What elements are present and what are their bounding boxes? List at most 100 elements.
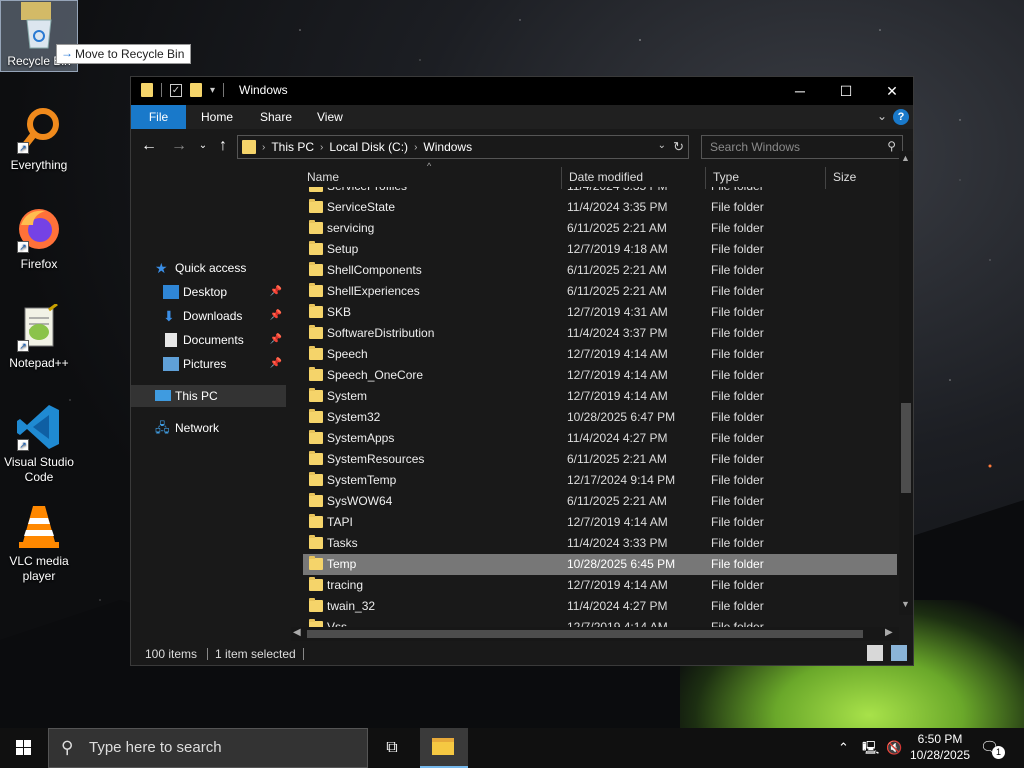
recent-locations-icon[interactable]: ⌄ (193, 137, 213, 155)
pin-icon[interactable]: 📌 (270, 281, 282, 303)
new-folder-icon[interactable] (190, 83, 202, 97)
help-button[interactable]: ? (893, 109, 909, 125)
horizontal-scrollbar[interactable]: ◀ ▶ (291, 627, 899, 641)
column-divider[interactable] (705, 167, 706, 189)
table-row[interactable]: SKB 12/7/2019 4:31 AM File folder (303, 302, 897, 323)
table-row[interactable]: SystemResources 6/11/2025 2:21 AM File fol… (303, 449, 897, 470)
folder-icon (309, 493, 323, 507)
folder-icon (309, 556, 323, 570)
task-view-button[interactable]: ⧉ (372, 728, 412, 768)
everything-icon: ↗ (15, 106, 63, 154)
maximize-button[interactable]: ☐ (823, 77, 869, 105)
nav-desktop[interactable]: Desktop 📌 (131, 281, 286, 303)
up-arrow-icon[interactable]: ↑ (213, 137, 233, 155)
breadcrumb-this-pc[interactable]: This PC (271, 140, 314, 154)
breadcrumb-windows[interactable]: Windows (423, 140, 472, 154)
show-hidden-icons-icon[interactable]: ⌃ (838, 728, 849, 768)
nav-pictures[interactable]: Pictures 📌 (131, 353, 286, 375)
scroll-down-icon[interactable]: ▼ (901, 599, 910, 609)
desktop-icon-everything[interactable]: ↗ Everything (0, 106, 78, 173)
pin-icon[interactable]: 📌 (270, 329, 282, 351)
expand-ribbon-icon[interactable]: ⌄ (877, 109, 887, 123)
address-bar[interactable]: › This PC › Local Disk (C:) › Windows ⌄ … (237, 135, 689, 159)
start-button[interactable] (0, 728, 48, 768)
shortcut-arrow-icon: ↗ (17, 241, 29, 253)
vertical-scrollbar[interactable]: ▲ ▼ (899, 151, 913, 615)
large-icons-view-button[interactable] (891, 645, 907, 661)
table-row[interactable]: Speech_OneCore 12/7/2019 4:14 AM File fold… (303, 365, 897, 386)
table-row[interactable]: Tasks 11/4/2024 3:33 PM File folder (303, 533, 897, 554)
desktop-icon-firefox[interactable]: ↗ Firefox (0, 205, 78, 272)
scroll-right-icon[interactable]: ▶ (885, 627, 893, 638)
customize-toolbar-icon[interactable]: ▾ (210, 85, 215, 96)
taskbar-file-explorer[interactable] (420, 728, 468, 768)
scrollbar-thumb[interactable] (901, 403, 911, 493)
desktop-icon-vscode[interactable]: ↗ Visual Studio Code (0, 403, 78, 485)
table-row[interactable]: ServiceProfiles 11/4/2024 3:35 PM File fol… (303, 187, 897, 197)
chevron-down-icon[interactable]: ⌄ (658, 140, 666, 151)
scroll-up-icon[interactable]: ▲ (901, 153, 910, 163)
table-row[interactable]: servicing 6/11/2025 2:21 AM File folder (303, 218, 897, 239)
table-row[interactable]: SystemApps 11/4/2024 4:27 PM File folder (303, 428, 897, 449)
column-header-name[interactable]: Name (307, 165, 339, 189)
scroll-left-icon[interactable]: ◀ (293, 627, 301, 638)
title-bar[interactable]: ✓ ▾ Windows ─ ☐ ✕ (131, 77, 913, 105)
table-row[interactable]: ServiceState 11/4/2024 3:35 PM File folder (303, 197, 897, 218)
volume-muted-icon[interactable]: 🔇 (886, 728, 902, 768)
table-row[interactable]: Speech 12/7/2019 4:14 AM File folder (303, 344, 897, 365)
nav-quick-access[interactable]: ★ Quick access (131, 257, 286, 279)
taskbar-search-box[interactable]: ⚲ Type here to search (48, 728, 368, 768)
nav-network[interactable]: 🖧 Network (131, 417, 286, 439)
table-row[interactable]: Temp 10/28/2025 6:45 PM File folder (303, 554, 897, 575)
table-row[interactable]: Setup 12/7/2019 4:18 AM File folder (303, 239, 897, 260)
network-status-icon[interactable]: 🖳 (862, 728, 879, 768)
cell-type: File folder (711, 187, 764, 197)
table-row[interactable]: Vss 12/7/2019 4:14 AM File folder (303, 617, 897, 627)
tab-home[interactable]: Home (187, 105, 247, 129)
column-header-type[interactable]: Type (713, 165, 739, 189)
table-row[interactable]: System32 10/28/2025 6:47 PM File folder (303, 407, 897, 428)
column-header-size[interactable]: Size (833, 165, 856, 189)
shortcut-arrow-icon: ↗ (17, 439, 29, 451)
table-row[interactable]: ShellExperiences 6/11/2025 2:21 AM File fo… (303, 281, 897, 302)
folder-icon (242, 140, 256, 154)
table-row[interactable]: TAPI 12/7/2019 4:14 AM File folder (303, 512, 897, 533)
breadcrumb-local-disk[interactable]: Local Disk (C:) (329, 140, 408, 154)
nav-documents[interactable]: Documents 📌 (131, 329, 286, 351)
desktop-icon-notepadpp[interactable]: ↗ Notepad++ (0, 302, 78, 371)
desktop-icon-vlc[interactable]: VLC media player (0, 502, 78, 584)
search-input[interactable] (702, 136, 877, 158)
refresh-icon[interactable]: ↻ (673, 139, 684, 155)
column-divider[interactable] (561, 167, 562, 189)
action-center-button[interactable]: 🗨 1 (980, 738, 1005, 759)
close-button[interactable]: ✕ (869, 77, 915, 105)
forward-arrow-icon[interactable]: → (169, 137, 189, 155)
pin-icon[interactable]: 📌 (270, 353, 282, 375)
scrollbar-thumb[interactable] (307, 630, 863, 638)
properties-icon[interactable]: ✓ (170, 83, 182, 97)
system-clock[interactable]: 6:50 PM 10/28/2025 (906, 731, 974, 763)
search-icon[interactable]: ⚲ (887, 139, 896, 153)
details-view-button[interactable] (867, 645, 883, 661)
pin-icon[interactable]: 📌 (270, 305, 282, 327)
tab-share[interactable]: Share (246, 105, 306, 129)
cell-date-modified: 6/11/2025 2:21 AM (567, 494, 667, 508)
chevron-right-icon[interactable]: › (414, 142, 417, 153)
windows-logo-icon (16, 748, 23, 755)
minimize-button[interactable]: ─ (777, 77, 823, 105)
column-divider[interactable] (825, 167, 826, 189)
tab-view[interactable]: View (303, 105, 357, 129)
table-row[interactable]: ShellComponents 6/11/2025 2:21 AM File fol… (303, 260, 897, 281)
chevron-right-icon[interactable]: › (320, 142, 323, 153)
back-arrow-icon[interactable]: ← (139, 137, 159, 155)
table-row[interactable]: System 12/7/2019 4:14 AM File folder (303, 386, 897, 407)
table-row[interactable]: SysWOW64 6/11/2025 2:21 AM File folder (303, 491, 897, 512)
tab-file[interactable]: File (131, 105, 186, 129)
table-row[interactable]: SystemTemp 12/17/2024 9:14 PM File folder (303, 470, 897, 491)
nav-this-pc[interactable]: This PC (131, 385, 286, 407)
nav-downloads[interactable]: ⬇ Downloads 📌 (131, 305, 286, 327)
column-header-date[interactable]: Date modified (569, 165, 643, 189)
table-row[interactable]: tracing 12/7/2019 4:14 AM File folder (303, 575, 897, 596)
table-row[interactable]: SoftwareDistribution 11/4/2024 3:37 PM Fil… (303, 323, 897, 344)
table-row[interactable]: twain_32 11/4/2024 4:27 PM File folder (303, 596, 897, 617)
